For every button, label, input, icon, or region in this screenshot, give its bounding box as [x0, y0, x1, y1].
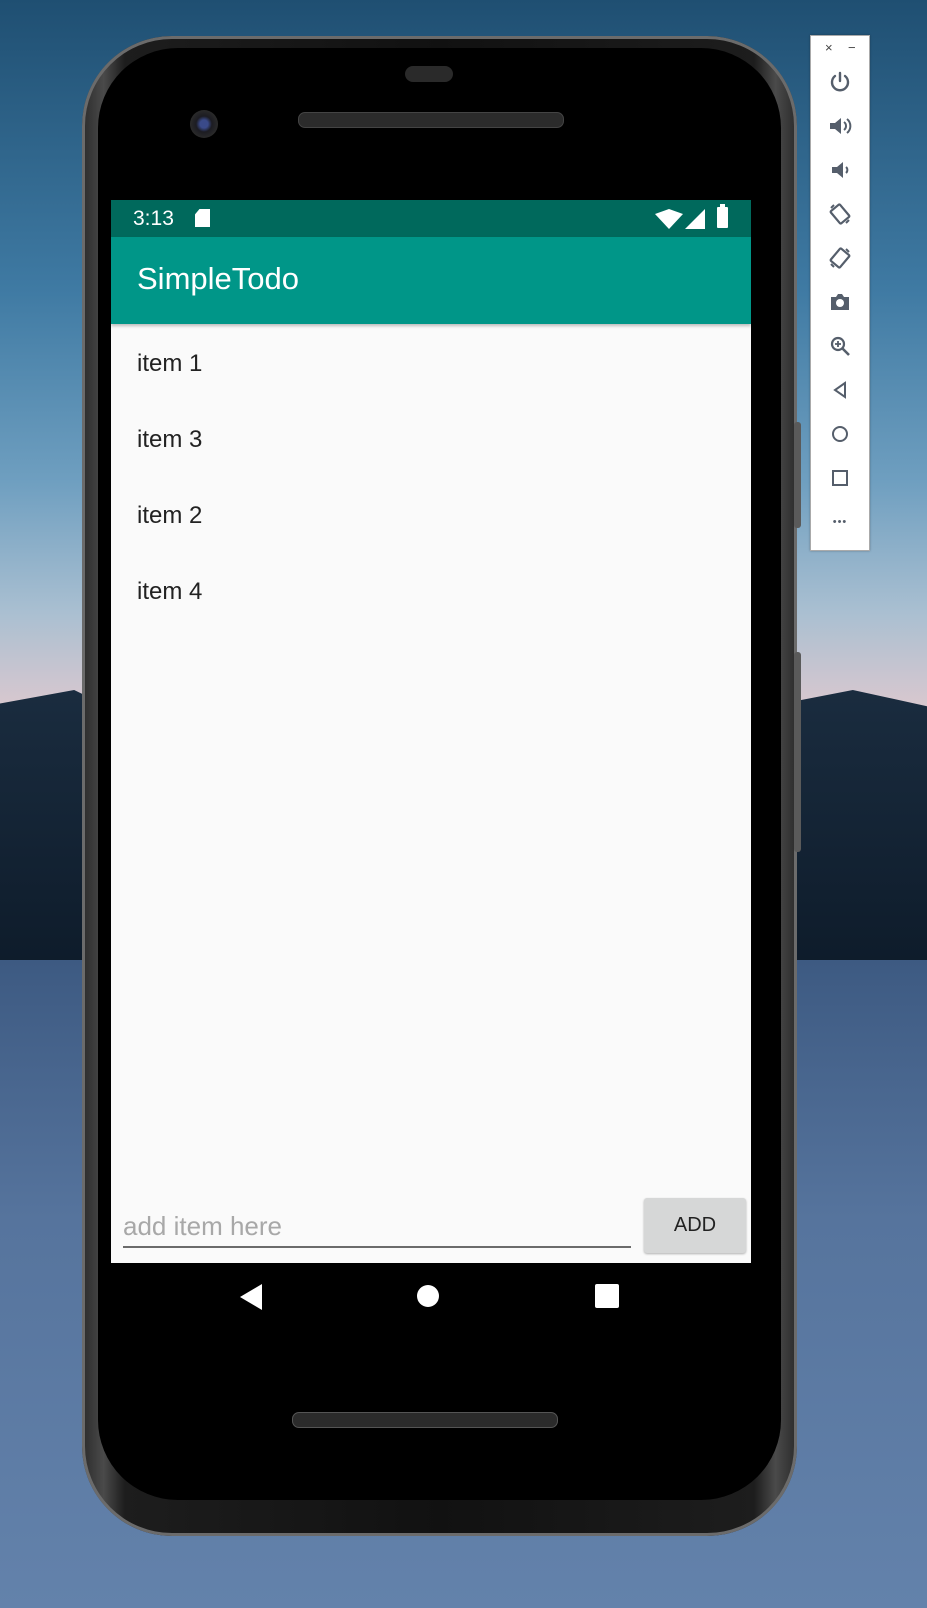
sd-card-icon [195, 209, 210, 227]
overview-square-icon[interactable] [825, 463, 855, 493]
list-item[interactable]: item 4 [111, 554, 751, 630]
back-triangle-icon[interactable] [825, 375, 855, 405]
phone-volume-button [794, 652, 801, 852]
add-item-row: ADD [111, 1194, 751, 1254]
add-button[interactable]: ADD [644, 1198, 746, 1253]
bottom-speaker [292, 1412, 558, 1428]
recents-icon[interactable] [595, 1284, 619, 1308]
device-screen: 3:13 SimpleTodo item 1 item 3 item 2 ite… [111, 200, 751, 1263]
power-icon[interactable] [825, 67, 855, 97]
wifi-icon [655, 209, 683, 229]
emulator-toolbar: × − ••• [810, 35, 870, 551]
rotate-right-icon[interactable] [825, 243, 855, 273]
battery-icon [717, 204, 728, 228]
list-item[interactable]: item 1 [111, 326, 751, 402]
volume-up-icon[interactable] [825, 111, 855, 141]
rotate-left-icon[interactable] [825, 199, 855, 229]
home-circle-icon[interactable] [825, 419, 855, 449]
phone-power-button [794, 422, 801, 528]
add-item-input[interactable] [123, 1206, 631, 1248]
camera-icon[interactable] [825, 287, 855, 317]
zoom-icon[interactable] [825, 331, 855, 361]
more-icon[interactable]: ••• [825, 507, 855, 537]
back-icon[interactable] [240, 1284, 262, 1310]
status-bar: 3:13 [111, 200, 751, 237]
front-camera [190, 110, 218, 138]
earpiece-speaker [298, 112, 564, 128]
close-icon[interactable]: × [825, 40, 833, 55]
cell-signal-icon [685, 209, 705, 229]
minimize-icon[interactable]: − [848, 40, 856, 55]
app-bar: SimpleTodo [111, 237, 751, 324]
list-item[interactable]: item 2 [111, 478, 751, 554]
navigation-bar [111, 1263, 751, 1333]
volume-down-icon[interactable] [825, 155, 855, 185]
home-icon[interactable] [417, 1285, 439, 1307]
list-item[interactable]: item 3 [111, 402, 751, 478]
todo-list: item 1 item 3 item 2 item 4 [111, 326, 751, 630]
phone-sensor [405, 66, 453, 82]
app-title: SimpleTodo [137, 261, 299, 296]
status-time: 3:13 [133, 207, 174, 230]
